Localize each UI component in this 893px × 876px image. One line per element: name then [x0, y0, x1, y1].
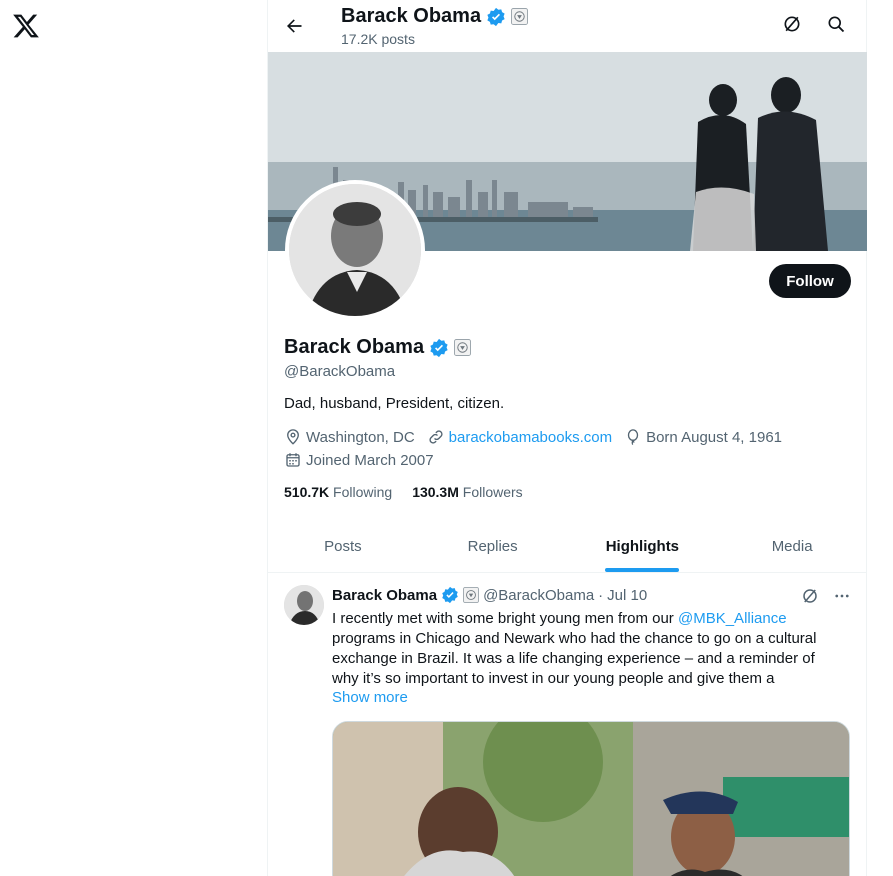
verified-badge-icon: [442, 586, 458, 604]
followers-link[interactable]: 130.3M Followers: [412, 484, 523, 500]
tab-highlights-label: Highlights: [605, 537, 680, 555]
more-options-icon[interactable]: [833, 587, 851, 605]
tweet[interactable]: Barack Obama @BarackObama · Jul 10 I rec…: [268, 573, 867, 876]
profile-name-row: Barack Obama: [284, 336, 472, 359]
tweet-actions-top: [801, 587, 851, 605]
profile-joined-row: Joined March 2007: [284, 451, 434, 469]
back-button[interactable]: [280, 12, 308, 40]
government-seal-icon: [511, 8, 529, 25]
tweet-mention[interactable]: @MBK_Alliance: [678, 610, 787, 627]
tweet-avatar[interactable]: [284, 585, 324, 625]
tweet-separator: ·: [598, 586, 604, 604]
top-bar: Barack Obama 17.2K posts: [268, 0, 868, 52]
profile-tabs: Posts Replies Highlights Media: [268, 520, 867, 573]
profile-column: Barack Obama 17.2K posts Follow Barack O…: [267, 0, 867, 876]
link-icon: [429, 430, 443, 444]
arrow-left-icon: [287, 19, 302, 33]
following-count: 510.7K: [284, 484, 330, 500]
grok-icon[interactable]: [782, 14, 802, 34]
balloon-icon: [627, 429, 639, 446]
follow-button[interactable]: Follow: [769, 264, 851, 298]
birth-item: Born August 4, 1961: [624, 428, 782, 446]
posts-count: 17.2K posts: [341, 31, 415, 47]
show-more-link[interactable]: Show more: [332, 689, 408, 706]
verified-badge-icon: [487, 7, 505, 26]
tab-posts[interactable]: Posts: [268, 520, 418, 572]
profile-avatar[interactable]: [285, 180, 425, 320]
tweet-text-prefix: I recently met with some bright young me…: [332, 610, 678, 627]
tab-replies-label: Replies: [467, 537, 518, 555]
tweet-author[interactable]: Barack Obama: [332, 587, 437, 604]
tweet-media[interactable]: [332, 721, 850, 876]
location-pin-icon: [287, 429, 299, 445]
profile-handle: @BarackObama: [284, 363, 396, 380]
tweet-date[interactable]: Jul 10: [607, 587, 647, 604]
tweet-text: I recently met with some bright young me…: [332, 609, 832, 689]
website-link[interactable]: barackobamabooks.com: [449, 429, 612, 446]
tab-highlights[interactable]: Highlights: [568, 520, 718, 572]
avatar-image: [289, 184, 421, 316]
header-name: Barack Obama: [341, 5, 482, 27]
website-item[interactable]: barackobamabooks.com: [427, 428, 612, 446]
following-link[interactable]: 510.7K Following: [284, 484, 392, 500]
tab-posts-label: Posts: [324, 537, 362, 555]
header-title: Barack Obama: [341, 5, 529, 28]
government-seal-icon: [463, 587, 480, 603]
tweet-header: Barack Obama @BarackObama · Jul 10: [332, 586, 647, 604]
birth-text: Born August 4, 1961: [646, 428, 783, 446]
search-icon[interactable]: [826, 14, 846, 34]
tweet-line-2: programs in Chicago and Newark who had t…: [332, 630, 817, 647]
tweet-line-1: I recently met with some bright young me…: [332, 609, 832, 629]
tweet-media-image: [333, 722, 849, 876]
tweet-avatar-image: [284, 585, 324, 625]
profile-meta-row: Washington, DC barackobamabooks.com Born…: [284, 428, 790, 446]
follow-counts: 510.7K Following 130.3M Followers: [284, 484, 523, 500]
profile-bio: Dad, husband, President, citizen.: [284, 395, 505, 412]
tab-replies[interactable]: Replies: [418, 520, 568, 572]
tab-media-label: Media: [771, 537, 813, 555]
followers-label: Followers: [462, 484, 523, 500]
profile-name: Barack Obama: [284, 336, 425, 358]
top-icons: [782, 14, 846, 34]
verified-badge-icon[interactable]: [429, 338, 449, 358]
tweet-line-4: why it’s so important to invest in our y…: [332, 670, 775, 687]
grok-icon[interactable]: [801, 587, 819, 605]
followers-count: 130.3M: [412, 484, 459, 500]
following-label: Following: [333, 484, 393, 500]
tab-media[interactable]: Media: [717, 520, 867, 572]
joined-text: Joined March 2007: [306, 451, 434, 469]
active-tab-indicator: [605, 568, 680, 572]
tweet-handle[interactable]: @BarackObama: [483, 587, 594, 604]
x-logo-icon[interactable]: [12, 12, 40, 40]
tweet-line-3: exchange in Brazil. It was a life changi…: [332, 650, 815, 667]
calendar-icon: [286, 453, 300, 467]
location-text: Washington, DC: [306, 428, 415, 446]
government-seal-icon[interactable]: [454, 339, 472, 356]
location-item: Washington, DC: [284, 428, 415, 446]
